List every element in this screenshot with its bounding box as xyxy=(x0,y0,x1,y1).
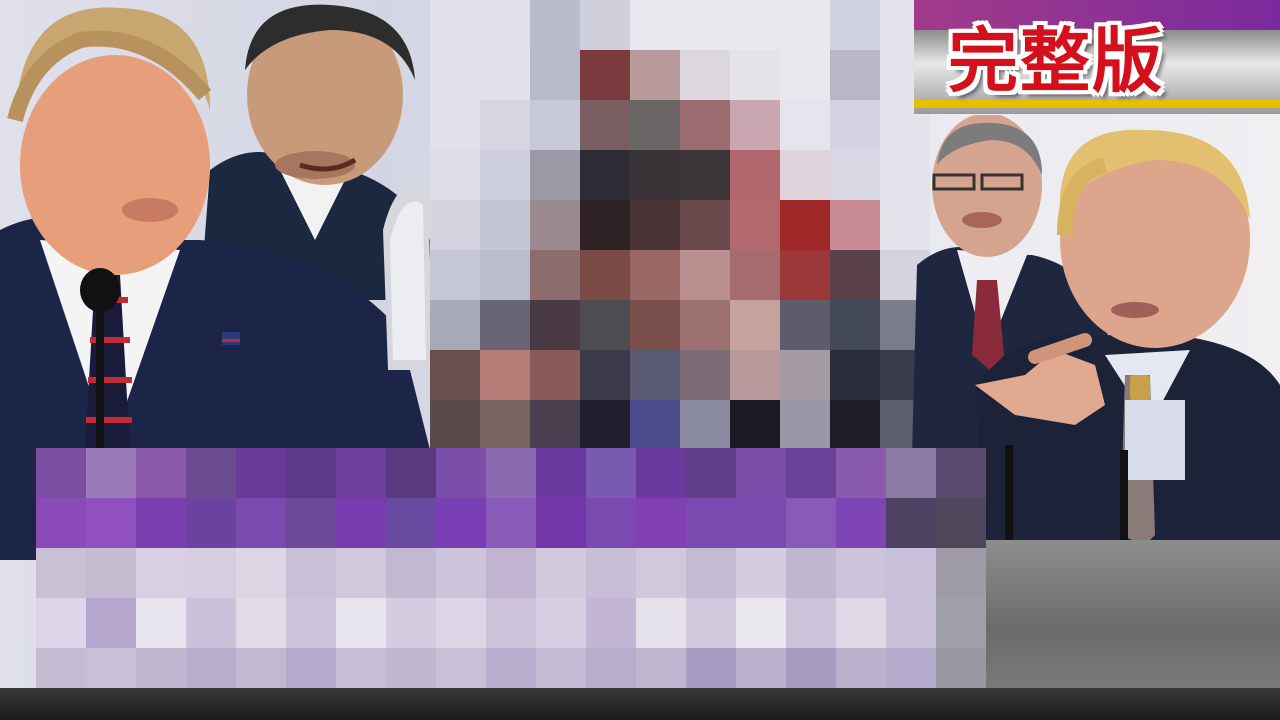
bottom-bar xyxy=(0,688,1280,720)
right-speaker-photo xyxy=(945,125,1280,545)
hand-gesture xyxy=(378,170,438,370)
lower-pixelated-caption xyxy=(36,448,986,698)
center-pixelated-person xyxy=(430,0,930,450)
thumbnail-image: 完整版 xyxy=(0,0,1280,720)
lower-right-panel xyxy=(948,540,1280,690)
banner-title: 完整版 xyxy=(948,20,1164,102)
title-banner: 完整版 xyxy=(914,0,1280,122)
